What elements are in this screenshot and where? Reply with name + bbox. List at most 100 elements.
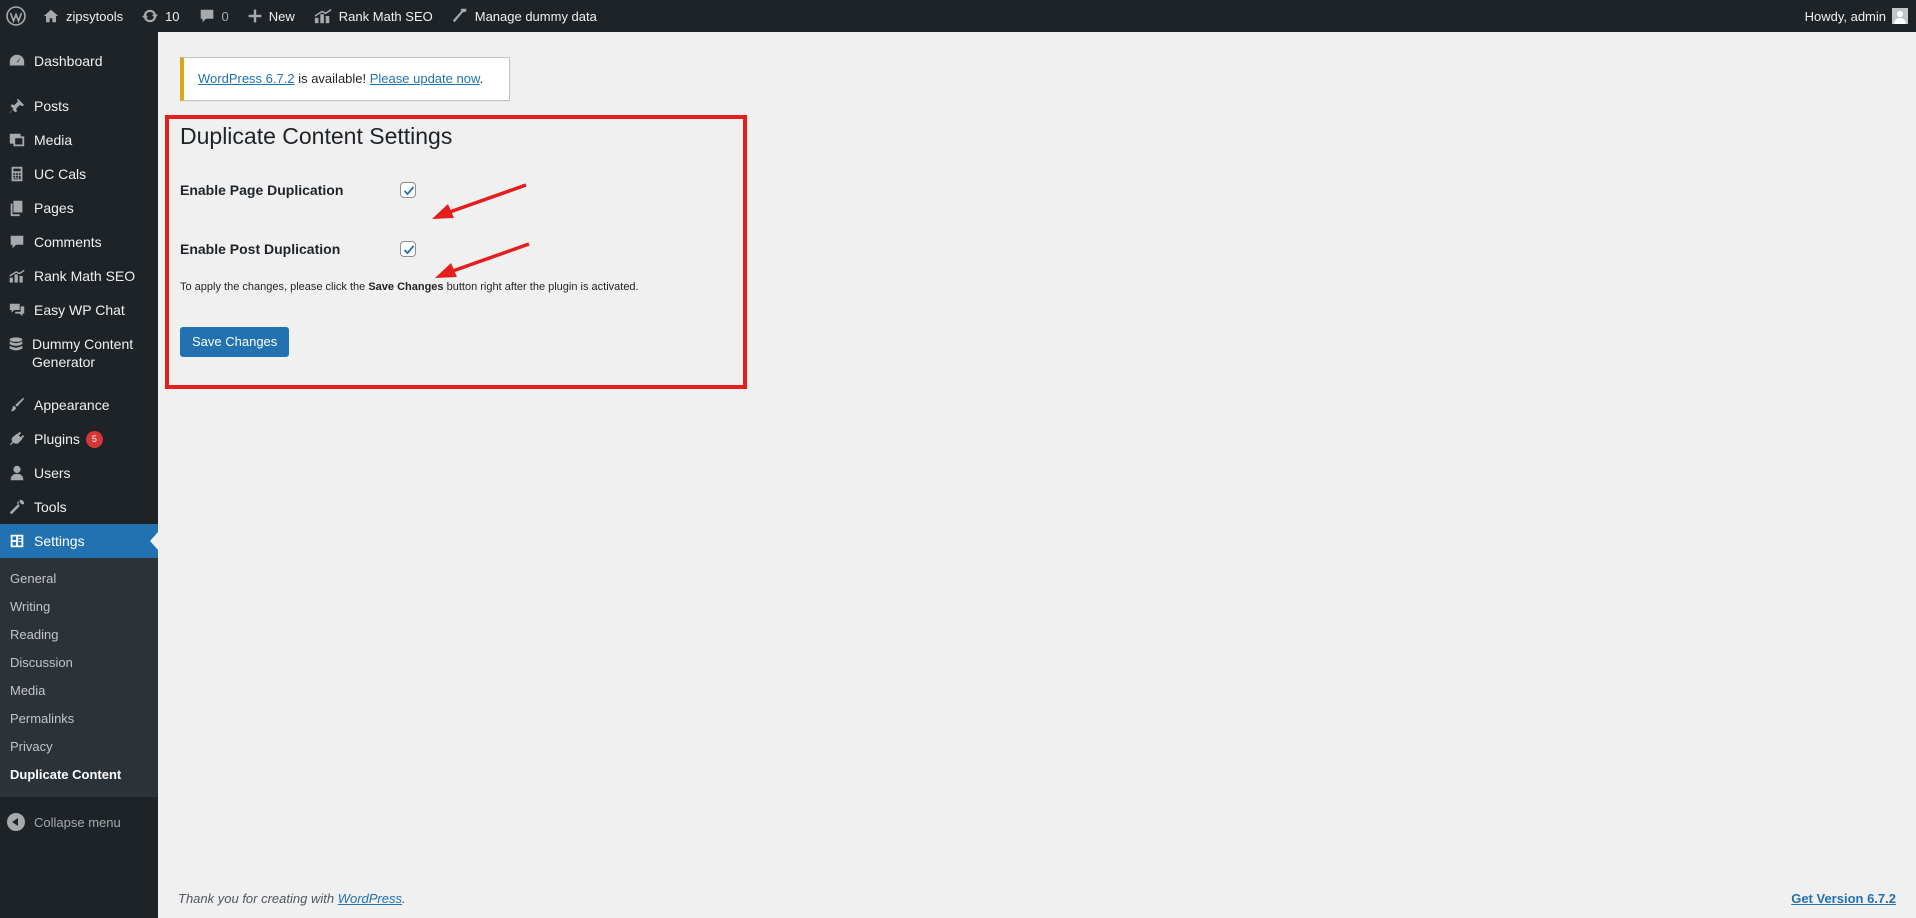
sidebar-item-appearance[interactable]: Appearance bbox=[0, 388, 158, 422]
sidebar-item-comments[interactable]: Comments bbox=[0, 225, 158, 259]
chart-icon bbox=[7, 266, 27, 286]
sidebar-item-settings[interactable]: Settings bbox=[0, 524, 158, 558]
sidebar-item-label: Media bbox=[34, 132, 73, 148]
sidebar-item-uc-cals[interactable]: UC Cals bbox=[0, 157, 158, 191]
site-name-label: zipsytools bbox=[66, 8, 124, 24]
plugins-update-badge: 5 bbox=[85, 430, 103, 448]
greeting-label: Howdy, admin bbox=[1804, 8, 1886, 24]
sidebar-item-label: Dummy Content Generator bbox=[32, 336, 134, 370]
submenu-item-media[interactable]: Media bbox=[0, 677, 158, 705]
hammer-icon bbox=[452, 8, 467, 23]
checkmark-icon bbox=[403, 186, 415, 196]
submenu-item-reading[interactable]: Reading bbox=[0, 621, 158, 649]
footer-wordpress-link[interactable]: WordPress bbox=[338, 891, 402, 906]
sidebar-item-dashboard[interactable]: Dashboard bbox=[0, 44, 158, 78]
sidebar-item-label: Easy WP Chat bbox=[34, 302, 125, 318]
comment-icon bbox=[7, 232, 27, 252]
submenu-item-permalinks[interactable]: Permalinks bbox=[0, 705, 158, 733]
sidebar-item-dummy-content[interactable]: Dummy Content Generator bbox=[0, 327, 158, 377]
manage-dummy-label: Manage dummy data bbox=[474, 8, 597, 24]
sidebar-item-easy-wp-chat[interactable]: Easy WP Chat bbox=[0, 293, 158, 327]
footer-version-link[interactable]: Get Version 6.7.2 bbox=[1791, 891, 1896, 906]
database-icon bbox=[7, 335, 25, 355]
page-duplication-checkbox[interactable] bbox=[400, 182, 416, 198]
footer-thanks-end: . bbox=[402, 891, 406, 906]
collapse-menu-button[interactable]: Collapse menu bbox=[0, 805, 158, 839]
sidebar-item-label: Posts bbox=[34, 98, 70, 114]
calculator-icon bbox=[7, 164, 27, 184]
manage-dummy-link[interactable]: Manage dummy data bbox=[442, 0, 606, 32]
note-bold-text: Save Changes bbox=[368, 281, 444, 293]
annotation-arrow-icon bbox=[432, 183, 527, 219]
settings-icon bbox=[7, 531, 27, 551]
collapse-icon bbox=[7, 813, 25, 831]
collapse-menu-label: Collapse menu bbox=[34, 814, 121, 830]
page-title: Duplicate Content Settings bbox=[180, 123, 453, 149]
submenu-item-general[interactable]: General bbox=[0, 565, 158, 593]
new-content-link[interactable]: New bbox=[238, 0, 304, 32]
comments-link[interactable]: 0 bbox=[189, 0, 238, 32]
updates-link[interactable]: 10 bbox=[132, 0, 188, 32]
sidebar-item-plugins[interactable]: Plugins 5 bbox=[0, 422, 158, 456]
post-duplication-row: Enable Post Duplication bbox=[180, 241, 416, 257]
wordpress-version-link[interactable]: WordPress 6.7.2 bbox=[198, 71, 295, 86]
sidebar-item-posts[interactable]: Posts bbox=[0, 89, 158, 123]
wrench-icon bbox=[7, 497, 27, 517]
sidebar-item-label: Comments bbox=[34, 234, 102, 250]
comments-count: 0 bbox=[221, 8, 229, 24]
pin-icon bbox=[7, 96, 27, 116]
updates-count: 10 bbox=[165, 8, 180, 24]
submenu-item-privacy[interactable]: Privacy bbox=[0, 733, 158, 761]
update-now-link[interactable]: Please update now bbox=[370, 71, 480, 86]
annotation-arrow-icon bbox=[435, 242, 530, 278]
site-name-link[interactable]: zipsytools bbox=[33, 0, 132, 32]
submenu-item-writing[interactable]: Writing bbox=[0, 593, 158, 621]
main-content: WordPress 6.7.2 is available! Please upd… bbox=[158, 32, 1916, 918]
admin-sidebar: Dashboard Posts Media UC Cals Pages Comm… bbox=[0, 32, 158, 918]
sidebar-item-media[interactable]: Media bbox=[0, 123, 158, 157]
rank-math-icon bbox=[314, 8, 331, 24]
page-duplication-label: Enable Page Duplication bbox=[180, 182, 344, 198]
submenu-item-discussion[interactable]: Discussion bbox=[0, 649, 158, 677]
note-before-text: To apply the changes, please click the bbox=[180, 281, 369, 293]
notice-middle-text: is available! bbox=[294, 71, 370, 86]
home-icon bbox=[43, 9, 59, 23]
user-icon bbox=[7, 463, 27, 483]
avatar bbox=[1892, 8, 1908, 24]
pages-icon bbox=[7, 198, 27, 218]
submenu-item-duplicate-content[interactable]: Duplicate Content bbox=[0, 761, 158, 789]
sidebar-item-label: Users bbox=[34, 465, 71, 481]
brush-icon bbox=[7, 395, 27, 415]
instruction-note: To apply the changes, please click the S… bbox=[180, 281, 639, 293]
page-duplication-row: Enable Page Duplication bbox=[180, 182, 416, 198]
sidebar-item-tools[interactable]: Tools bbox=[0, 490, 158, 524]
sidebar-item-pages[interactable]: Pages bbox=[0, 191, 158, 225]
new-label: New bbox=[268, 8, 295, 24]
footer-thanks: Thank you for creating with WordPress. bbox=[178, 891, 406, 906]
account-menu[interactable]: Howdy, admin bbox=[1796, 0, 1916, 32]
post-duplication-label: Enable Post Duplication bbox=[180, 241, 341, 257]
sidebar-item-label: Appearance bbox=[34, 397, 110, 413]
sidebar-item-rank-math[interactable]: Rank Math SEO bbox=[0, 259, 158, 293]
sidebar-item-label: Tools bbox=[34, 499, 67, 515]
settings-submenu: General Writing Reading Discussion Media… bbox=[0, 558, 158, 797]
update-notice: WordPress 6.7.2 is available! Please upd… bbox=[180, 57, 510, 101]
chat-icon bbox=[7, 300, 27, 320]
post-duplication-checkbox[interactable] bbox=[400, 241, 416, 257]
wordpress-logo-icon[interactable] bbox=[0, 0, 33, 32]
admin-bar: zipsytools 10 0 New Rank Math SEO Manage… bbox=[0, 0, 1916, 32]
sidebar-item-label: Settings bbox=[34, 533, 85, 549]
sidebar-item-users[interactable]: Users bbox=[0, 456, 158, 490]
sidebar-item-label: Rank Math SEO bbox=[34, 268, 136, 284]
rank-math-link[interactable]: Rank Math SEO bbox=[304, 0, 442, 32]
refresh-icon bbox=[141, 9, 159, 23]
sidebar-item-label: UC Cals bbox=[34, 166, 87, 182]
sidebar-item-label: Plugins bbox=[34, 431, 80, 447]
footer-thanks-text: Thank you for creating with bbox=[178, 891, 338, 906]
save-changes-button[interactable]: Save Changes bbox=[180, 327, 290, 357]
note-after-text: button right after the plugin is activat… bbox=[443, 281, 639, 293]
sidebar-item-label: Pages bbox=[34, 200, 74, 216]
checkmark-icon bbox=[403, 245, 415, 255]
rank-math-label: Rank Math SEO bbox=[338, 8, 433, 24]
plus-icon bbox=[248, 9, 262, 23]
